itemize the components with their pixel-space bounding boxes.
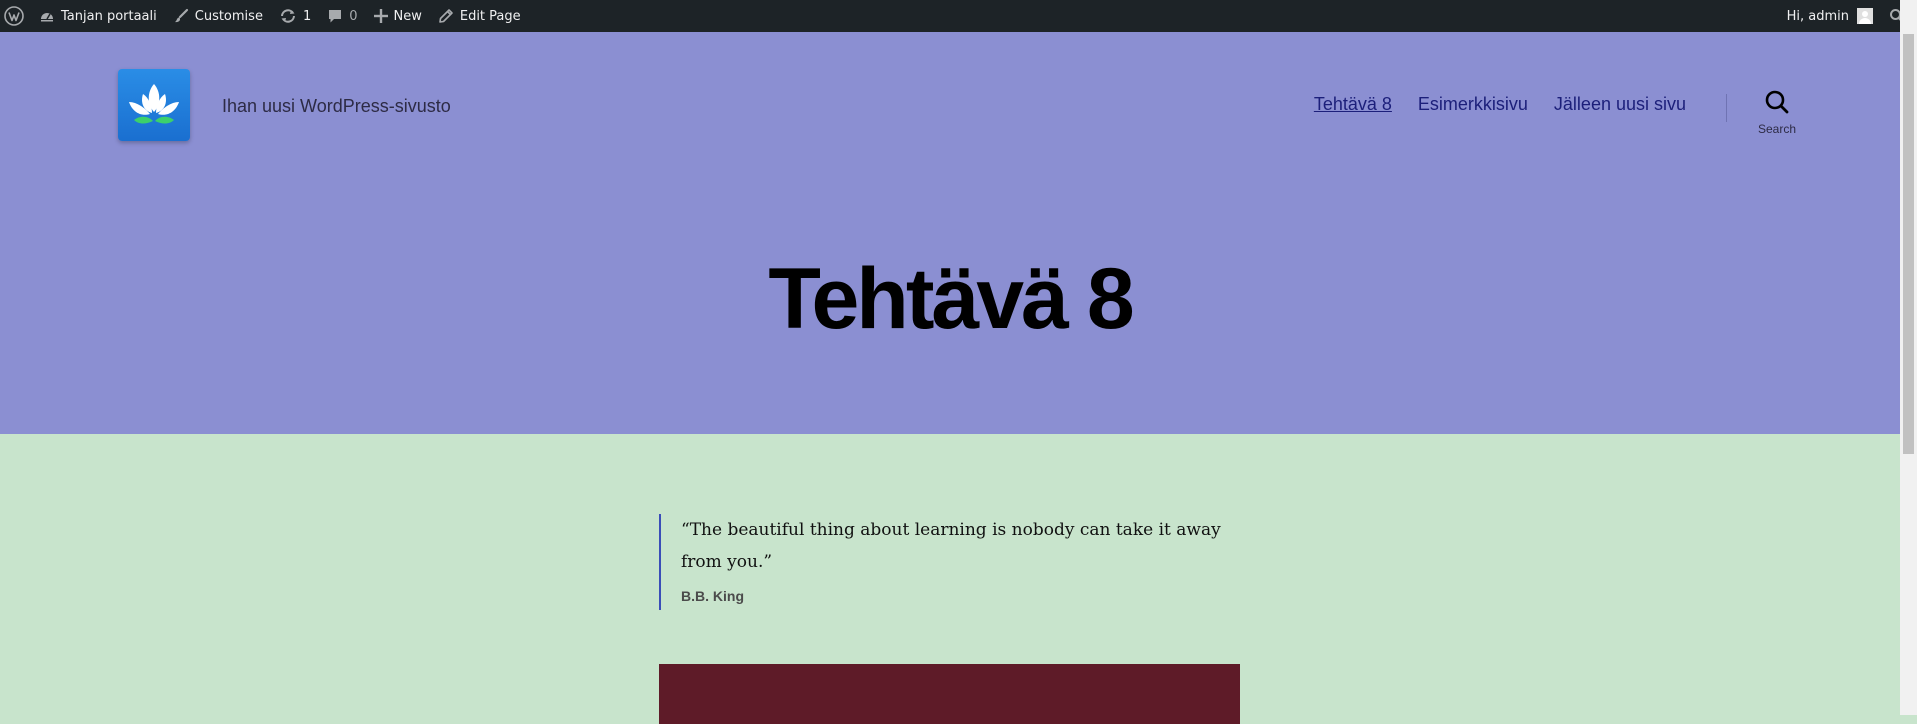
comments-link[interactable]: 0 <box>319 0 365 32</box>
nav-item-tehtava-8[interactable]: Tehtävä 8 <box>1314 94 1392 115</box>
site-name-label: Tanjan portaali <box>61 8 157 24</box>
dashboard-icon <box>39 8 55 24</box>
nav-item-jalleen-uusi-sivu[interactable]: Jälleen uusi sivu <box>1554 94 1686 115</box>
search-toggle-button[interactable]: Search <box>1754 89 1800 136</box>
nav-divider <box>1726 94 1727 122</box>
paintbrush-icon <box>173 8 189 24</box>
site-name-menu[interactable]: Tanjan portaali <box>31 0 165 32</box>
wordpress-logo-icon[interactable] <box>0 0 31 32</box>
site-header: Ihan uusi WordPress-sivusto Tehtävä 8 Es… <box>0 32 1900 434</box>
page-content: “The beautiful thing about learning is n… <box>0 434 1900 724</box>
updates-link[interactable]: 1 <box>271 0 319 32</box>
avatar <box>1857 8 1873 24</box>
comment-icon <box>327 8 343 24</box>
customise-label: Customise <box>194 8 263 24</box>
pull-quote: “The beautiful thing about learning is n… <box>659 514 1239 610</box>
greeting-label: Hi, admin <box>1786 8 1849 24</box>
updates-count: 1 <box>302 8 312 24</box>
search-toggle-label: Search <box>1757 122 1797 136</box>
pencil-icon <box>438 8 454 24</box>
admin-bar: Tanjan portaali Customise 1 0 New Edit P… <box>0 0 1917 32</box>
search-icon <box>1764 89 1790 120</box>
plus-icon <box>373 9 388 23</box>
new-content-menu[interactable]: New <box>366 0 430 32</box>
nav-item-esimerkkisivu[interactable]: Esimerkkisivu <box>1418 94 1528 115</box>
edit-page-label: Edit Page <box>459 8 521 24</box>
primary-menu: Tehtävä 8 Esimerkkisivu Jälleen uusi siv… <box>1314 94 1686 115</box>
scrollbar-thumb[interactable] <box>1903 34 1914 454</box>
cover-block <box>659 664 1240 724</box>
quote-text: “The beautiful thing about learning is n… <box>681 520 1221 572</box>
customise-link[interactable]: Customise <box>165 0 271 32</box>
quote-citation: B.B. King <box>681 588 744 604</box>
new-label: New <box>393 8 422 24</box>
my-account-menu[interactable]: Hi, admin <box>1779 0 1881 32</box>
updates-icon <box>279 8 297 24</box>
edit-page-link[interactable]: Edit Page <box>430 0 529 32</box>
site-description: Ihan uusi WordPress-sivusto <box>222 96 451 116</box>
comments-count: 0 <box>349 8 358 24</box>
page-title: Tehtävä 8 <box>768 251 1134 347</box>
page-scrollbar[interactable] <box>1900 0 1917 715</box>
lotus-logo-icon[interactable] <box>118 69 190 141</box>
